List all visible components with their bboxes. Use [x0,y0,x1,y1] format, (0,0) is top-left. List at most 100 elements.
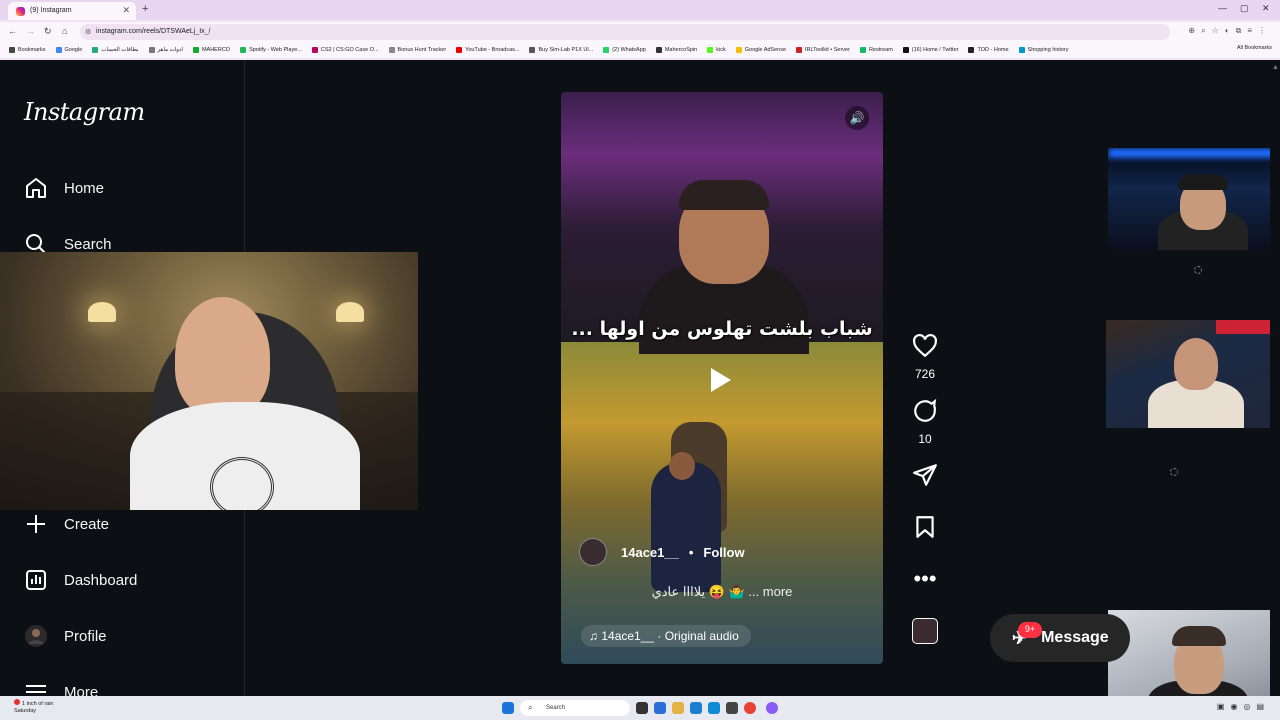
bookmark-label: MAHERCO [201,47,231,53]
all-bookmarks-link[interactable]: All Bookmarks [1237,45,1272,51]
sidebar-item-create[interactable]: Create [24,512,109,536]
task-view-icon[interactable] [636,702,648,714]
save-button[interactable] [900,514,950,546]
comment-button[interactable]: 10 [900,398,950,446]
share-button[interactable] [900,462,950,494]
bookmark-item[interactable]: Shopping history [1016,47,1072,53]
home-browser-icon[interactable]: ⌂ [62,26,67,36]
bookmark-item[interactable]: YouTube - Broadcas... [453,47,522,53]
bookmark-item[interactable]: Buy Sim-Lab P1X Ul... [526,47,596,53]
widgets-icon[interactable] [654,702,666,714]
close-window-icon[interactable]: ✕ [1262,3,1270,14]
music-note-icon: ♫ [589,629,602,643]
author-username[interactable]: 14ace1__ [621,545,679,560]
bookmark-item[interactable]: Bookmarks [6,47,49,53]
reel-dancer [651,462,721,592]
avatar-icon [24,624,48,648]
bookmark-item[interactable]: Bonus Hunt Tracker [386,47,450,53]
close-tab-icon[interactable]: ✕ [122,5,130,16]
weather-text: 1 inch of rain [22,701,54,707]
webcam-overlay-mid-right [1106,320,1280,428]
bookmark-label: Spotify - Web Playe... [249,47,302,53]
chrome-icon[interactable] [744,702,756,714]
bookmark-item[interactable]: Google AdSense [733,47,789,53]
taskbar-search-text: Search [546,705,566,711]
messages-button[interactable]: ✈ Message [990,614,1130,662]
bookmark-favicon-icon [902,47,909,53]
reel-author: 14ace1__ • Follow [579,538,745,566]
bookmark-item[interactable]: MahercoSpin [653,47,700,53]
instagram-favicon-icon [16,7,25,16]
messages-label: Message [1041,629,1109,646]
bookmark-label: Shopping history [1027,47,1069,53]
follow-button[interactable]: Follow [703,545,744,560]
start-icon[interactable] [502,702,514,714]
reload-icon[interactable]: ↻ [44,26,52,37]
plus-icon [24,512,48,536]
tab-instagram[interactable]: (9) Instagram ✕ [8,2,136,20]
bookmark-label: TOD - Home [977,47,1009,53]
bookmark-favicon-icon [1018,47,1025,53]
comment-icon [900,398,950,430]
bookmark-label: (16) Home / Twitter [911,47,959,53]
instagram-logo[interactable]: Instagram [24,98,145,126]
bookmark-item[interactable]: ادوات ماهر [146,47,186,53]
app-icon[interactable] [726,702,738,714]
more-options-button[interactable]: ••• [900,566,950,592]
store-icon[interactable] [708,702,720,714]
sidebar-item-label: Home [64,179,105,197]
forward-icon[interactable]: → [26,26,35,36]
bookmark-favicon-icon [148,47,155,53]
loading-spinner-icon [1170,468,1178,476]
bookmark-item[interactable]: Google [53,47,86,53]
site-info-icon[interactable]: ⚙ [85,28,91,36]
bookmark-label: Restream [868,47,893,53]
bookmark-item[interactable]: Restream [857,47,896,53]
bookmark-item[interactable]: Spotify - Web Playe... [237,47,305,53]
reel-video[interactable]: شباب بلشت تهلوس من اولها ... 🔊 14ace1__ … [561,92,883,664]
reel-audio-link[interactable]: ♫ 14ace1__ · Original audio [581,625,751,647]
scroll-up-icon[interactable]: ▲ [1272,64,1279,71]
bookmark-item[interactable]: CS2 | CS:GO Case O... [309,47,382,53]
bookmark-item[interactable]: TOD - Home [965,47,1011,53]
bookmark-label: بطاقات الحساب [101,47,139,53]
url-input[interactable]: ⚙ instagram.com/reels/DTSWAeLj_Ix_/ [80,24,1170,40]
bookmark-item[interactable]: IRLToolkit • Server [793,47,853,53]
minimize-icon[interactable]: — [1218,3,1227,13]
bookmark-item[interactable]: MAHERCO [190,47,233,53]
edge-icon[interactable] [690,702,702,714]
taskbar-search[interactable]: ⌕ Search [520,700,630,716]
search-icon: ⌕ [528,703,533,712]
play-icon[interactable] [711,368,731,392]
bookmark-favicon-icon [655,47,662,53]
browser-toolbar-icons[interactable]: ⊕⌕☆◐⧉≡⋮ [1188,26,1272,36]
system-tray-icons[interactable]: ▣◉◎▤ [1217,702,1270,711]
bookmark-item[interactable]: (2) WhatsApp [600,47,649,53]
sidebar-item-home[interactable]: Home [24,176,104,200]
maximize-icon[interactable]: ▢ [1240,3,1249,14]
bookmark-item[interactable]: بطاقات الحساب [89,47,141,53]
bookmark-item[interactable]: kick [704,47,728,53]
weather-widget[interactable]: 1 inch of rain Saturday [14,699,54,715]
like-button[interactable]: 726 [900,333,950,381]
bookmark-label: CS2 | CS:GO Case O... [320,47,379,53]
back-icon[interactable]: ← [8,26,17,36]
separator-dot: • [688,544,694,560]
author-avatar[interactable] [579,538,607,566]
audio-thumbnail[interactable] [912,618,938,644]
discord-icon[interactable] [766,702,778,714]
bookmark-item[interactable]: (16) Home / Twitter [900,47,962,53]
browser-chrome: (9) Instagram ✕ + — ▢ ✕ ← → ↻ ⌂ ⚙ instag… [0,0,1280,60]
reel-description[interactable]: يلاااا عادي 😝 🤷‍♂️ ... more [561,584,883,600]
messages-badge: 9+ [1018,622,1042,638]
page-scrollbar[interactable]: ▲ [1270,60,1280,696]
bookmark-label: (2) WhatsApp [612,47,646,53]
volume-icon[interactable]: 🔊 [845,106,869,130]
bookmark-favicon-icon [192,47,199,53]
bookmark-label: YouTube - Broadcas... [465,47,520,53]
file-explorer-icon[interactable] [672,702,684,714]
sidebar-item-dashboard[interactable]: Dashboard [24,568,137,592]
sidebar-item-profile[interactable]: Profile [24,624,107,648]
new-tab-icon[interactable]: + [142,3,148,15]
bookmark-favicon-icon [92,47,99,53]
